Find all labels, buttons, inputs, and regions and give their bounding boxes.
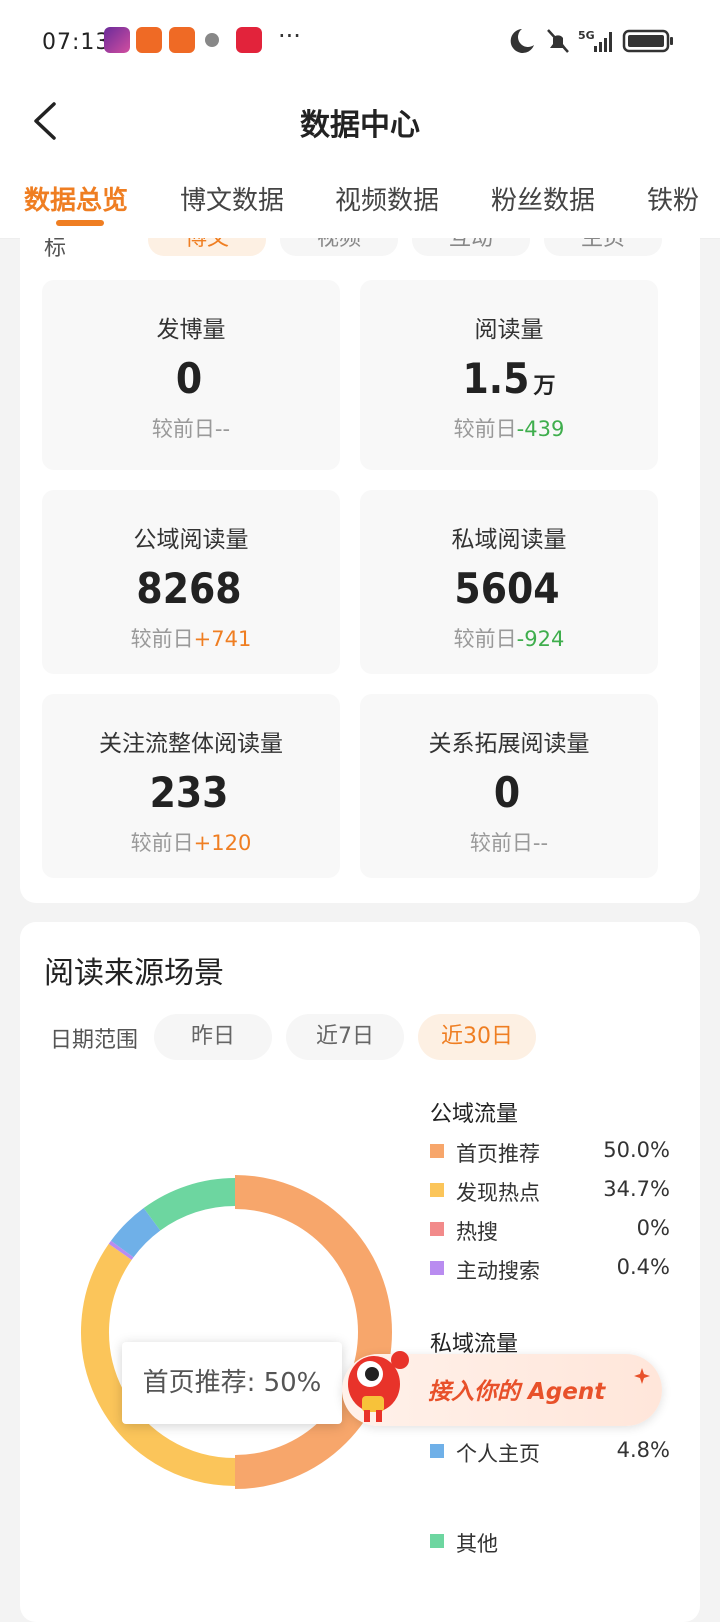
do-not-disturb-icon	[510, 29, 534, 53]
legend-swatch	[430, 1222, 444, 1236]
stat-label: 公域阅读量	[133, 527, 249, 553]
stat-value: 233	[149, 768, 229, 817]
read-source-card: 阅读来源场景 日期范围 昨日 近7日 近30日 公域流量 首页推荐 50.0% …	[20, 922, 700, 1622]
legend-swatch	[430, 1444, 444, 1458]
legend-swatch	[430, 1534, 444, 1548]
stat-value: 5604	[454, 564, 560, 613]
app-notification-icon	[169, 27, 195, 53]
more-notifications-icon: ···	[278, 22, 301, 50]
connect-agent-button[interactable]: 接入你的 Agent	[342, 1351, 662, 1426]
system-status-icons: 5G	[510, 29, 673, 53]
tab-iron-fans[interactable]: 铁粉	[647, 180, 699, 217]
app-notification-icon	[205, 33, 219, 47]
app-notification-icon	[136, 27, 162, 53]
range-yesterday[interactable]: 昨日	[154, 1014, 272, 1060]
legend-item: 热搜 0%	[430, 1216, 670, 1244]
page-title: 数据中心	[300, 108, 420, 143]
agent-label: 接入你的 Agent	[428, 1379, 606, 1405]
stat-public-read-count[interactable]: 公域阅读量 8268 较前日+741	[42, 490, 340, 674]
stat-change: 较前日+120	[130, 831, 252, 855]
tab-posts[interactable]: 博文数据	[180, 180, 284, 217]
mute-icon	[547, 29, 569, 53]
tab-fans[interactable]: 粉丝数据	[491, 180, 595, 217]
public-traffic-title: 公域流量	[430, 1102, 519, 1127]
tab-bar: 数据总览 博文数据 视频数据 粉丝数据 铁粉	[0, 160, 720, 239]
stat-change: 较前日-924	[453, 627, 565, 651]
donut-slice-3[interactable]	[108, 1240, 134, 1260]
active-tab-indicator	[56, 220, 104, 226]
tab-overview[interactable]: 数据总览	[24, 180, 128, 217]
legend-value: 0%	[636, 1216, 670, 1240]
signal-icon	[594, 32, 612, 52]
legend-item: 主动搜索 0.4%	[430, 1255, 670, 1283]
legend-value: 0.4%	[616, 1255, 670, 1279]
clock: 07:13	[42, 30, 111, 55]
legend-label: 其他	[456, 1532, 498, 1556]
stat-label: 发博量	[156, 317, 226, 343]
sparkle-icon	[634, 1368, 650, 1384]
legend-item: 其他	[430, 1528, 670, 1556]
stat-post-count[interactable]: 发博量 0 较前日--	[42, 280, 340, 470]
legend-value: 4.8%	[616, 1438, 670, 1462]
overview-card: 标 博文 视频 互动 主页 发博量 0 较前日-- 阅读量 1.5 万 较前日-4…	[20, 238, 700, 903]
status-bar: 07:13 ··· 5G	[0, 0, 720, 82]
date-range-label: 日期范围	[50, 1028, 139, 1053]
stat-read-count[interactable]: 阅读量 1.5 万 较前日-439	[360, 280, 658, 470]
mascot-icon	[348, 1351, 409, 1422]
metric-type-label: 标	[44, 238, 67, 261]
network-type-label: 5G	[578, 29, 595, 42]
stat-relationship-read-count[interactable]: 关系拓展阅读量 0 较前日--	[360, 694, 658, 878]
stat-label: 关注流整体阅读量	[99, 731, 283, 757]
filter-homepage[interactable]: 主页	[544, 238, 662, 256]
filter-videos[interactable]: 视频	[280, 238, 398, 256]
battery-icon	[622, 29, 673, 53]
app-notification-icon	[104, 27, 130, 53]
chart-tooltip: 首页推荐: 50%	[122, 1342, 342, 1424]
legend-item: 首页推荐 50.0%	[430, 1138, 670, 1166]
stat-follow-feed-read-count[interactable]: 关注流整体阅读量 233 较前日+120	[42, 694, 340, 878]
donut-slice-0[interactable]	[234, 1175, 392, 1489]
legend-swatch	[430, 1144, 444, 1158]
legend-item: 个人主页 4.8%	[430, 1438, 670, 1466]
legend-value: 34.7%	[603, 1177, 670, 1201]
legend-label: 发现热点	[456, 1181, 540, 1205]
donut-slice-4[interactable]	[110, 1207, 161, 1258]
filter-interactions[interactable]: 互动	[412, 238, 530, 256]
stat-label: 私域阅读量	[451, 527, 567, 553]
stat-change: 较前日--	[469, 831, 549, 855]
legend-label: 个人主页	[456, 1442, 540, 1466]
stat-value: 0	[493, 768, 521, 817]
legend-swatch	[430, 1183, 444, 1197]
legend-label: 首页推荐	[456, 1142, 540, 1166]
range-7-days[interactable]: 近7日	[286, 1014, 404, 1060]
stat-value: 8268	[136, 564, 242, 613]
legend-item: 发现热点 34.7%	[430, 1177, 670, 1205]
donut-slice-5[interactable]	[143, 1178, 236, 1231]
legend-value: 50.0%	[603, 1138, 670, 1162]
stat-value: 0	[175, 354, 203, 403]
section-title: 阅读来源场景	[44, 956, 224, 991]
range-30-days[interactable]: 近30日	[418, 1014, 536, 1060]
legend-label: 热搜	[456, 1220, 498, 1244]
legend-swatch	[430, 1261, 444, 1275]
stat-change: 较前日+741	[130, 627, 252, 651]
app-notification-icon	[236, 27, 262, 53]
page-header: 数据中心	[0, 82, 720, 160]
stat-label: 关系拓展阅读量	[428, 731, 590, 757]
legend-label: 主动搜索	[456, 1259, 540, 1283]
stat-label: 阅读量	[474, 317, 544, 343]
stat-change: 较前日-439	[453, 417, 565, 441]
stat-value: 1.5 万	[462, 354, 556, 403]
filter-posts[interactable]: 博文	[148, 238, 266, 256]
stat-private-read-count[interactable]: 私域阅读量 5604 较前日-924	[360, 490, 658, 674]
stat-change: 较前日--	[151, 417, 231, 441]
tab-videos[interactable]: 视频数据	[335, 180, 439, 217]
